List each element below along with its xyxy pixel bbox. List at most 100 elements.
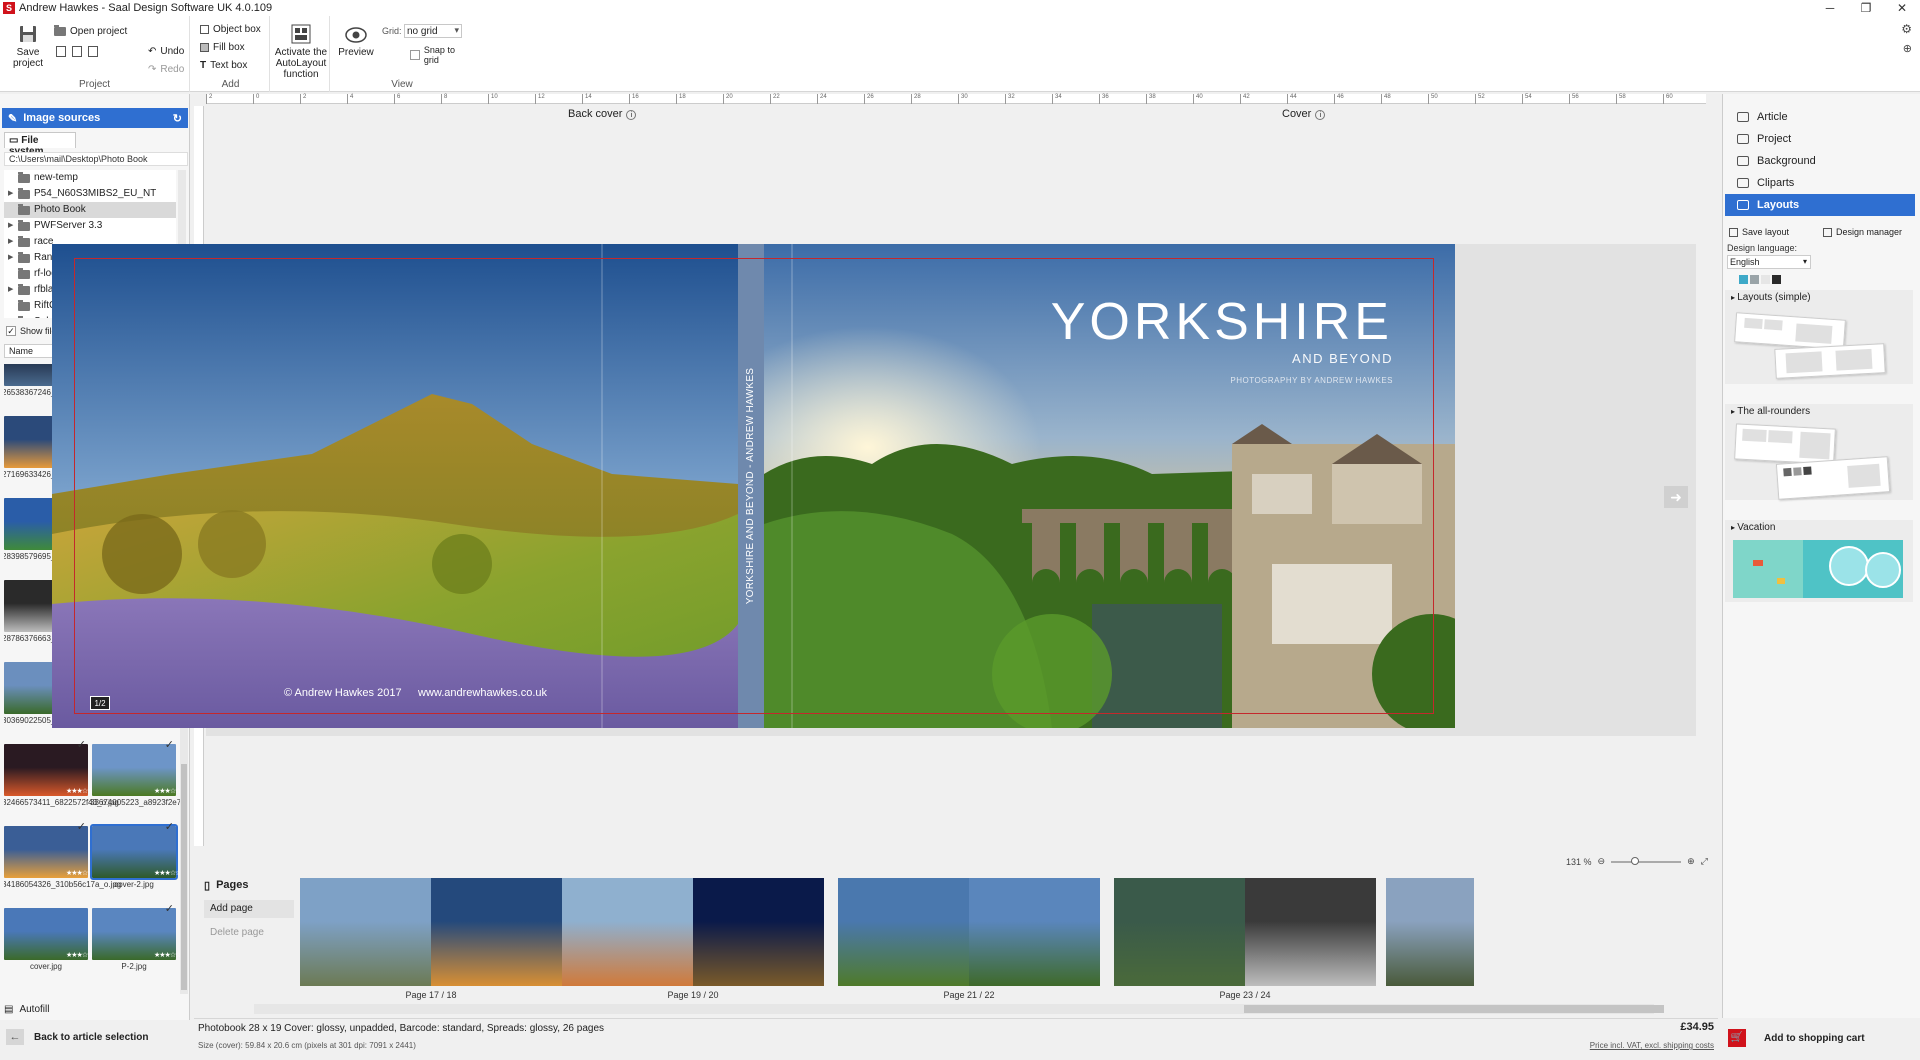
expand-arrow-icon[interactable]: ▶ <box>8 218 13 234</box>
layout-preview[interactable] <box>1774 343 1886 379</box>
close-button[interactable]: ✕ <box>1884 0 1920 16</box>
pages-horizontal-scrollbar[interactable] <box>254 1004 1664 1014</box>
expand-arrow-icon[interactable]: ▶ <box>8 234 13 250</box>
ruler-tick: 38 <box>1146 94 1156 104</box>
rating-stars-icon[interactable]: ★★★☆☆ <box>66 869 93 877</box>
color-swatch[interactable] <box>1750 275 1759 284</box>
thumbnail-scroll-thumb[interactable] <box>181 764 187 990</box>
cover-title[interactable]: YORKSHIRE <box>1051 292 1393 352</box>
design-language-select[interactable]: English <box>1727 255 1811 269</box>
expand-arrow-icon[interactable]: ▶ <box>8 186 13 202</box>
folder-tree-item[interactable]: Photo Book <box>4 202 176 218</box>
color-swatch[interactable] <box>1739 275 1748 284</box>
object-box-button[interactable]: Object box <box>200 24 261 35</box>
expand-arrow-icon[interactable]: ▶ <box>8 282 13 298</box>
layout-preview[interactable] <box>1734 423 1836 465</box>
all-rounders-header[interactable]: The all-rounders <box>1725 404 1913 420</box>
folder-tree-item[interactable]: ▶ P54_N60S3MIBS2_EU_NT <box>4 186 176 202</box>
fit-to-window-icon[interactable]: ⤢ <box>1701 856 1708 867</box>
nav-item-layouts[interactable]: Layouts <box>1725 194 1915 216</box>
nav-item-project[interactable]: Project <box>1725 128 1915 150</box>
export-document-icon[interactable] <box>72 46 82 57</box>
add-page-button[interactable]: Add page <box>204 900 294 918</box>
zoom-level[interactable]: 131 % <box>1566 857 1592 867</box>
undo-button[interactable]: ↶ Undo <box>148 46 184 57</box>
photobook-cover-spread[interactable]: YORKSHIRE AND BEYOND - ANDREW HAWKES YOR… <box>52 244 1455 728</box>
layout-preview[interactable] <box>1734 312 1846 350</box>
color-swatch[interactable] <box>1772 275 1781 284</box>
info-icon[interactable]: i <box>626 110 637 120</box>
gear-icon[interactable]: ⚙ <box>1901 22 1912 36</box>
layout-preview[interactable] <box>1775 456 1891 500</box>
save-project-button[interactable]: Save project <box>8 24 48 69</box>
show-file-name-checkbox[interactable] <box>6 326 16 336</box>
tab-file-system[interactable]: ▭ File system <box>4 132 76 157</box>
book-spine[interactable]: YORKSHIRE AND BEYOND - ANDREW HAWKES <box>738 244 764 728</box>
restore-button[interactable]: ❐ <box>1848 0 1884 16</box>
grid-select[interactable]: no grid <box>404 24 462 38</box>
rating-stars-icon[interactable]: ★★★☆☆ <box>154 869 180 877</box>
price-note-link[interactable]: Price incl. VAT, excl. shipping costs <box>1590 1041 1714 1050</box>
minimize-button[interactable]: ─ <box>1812 0 1848 16</box>
snap-to-grid-checkbox[interactable] <box>410 50 420 60</box>
vacation-group[interactable]: Vacation <box>1725 520 1913 602</box>
zoom-slider-knob[interactable] <box>1631 856 1640 865</box>
page-spread-thumbnail[interactable]: Page 19 / 20 <box>562 878 824 1000</box>
fill-box-button[interactable]: Fill box <box>200 42 245 53</box>
page-spread-thumbnail[interactable]: Page 23 / 24 <box>1114 878 1376 1000</box>
back-copyright-text[interactable]: © Andrew Hawkes 2017 <box>284 687 402 699</box>
rating-stars-icon[interactable]: ★★★☆☆ <box>66 787 93 795</box>
rating-stars-icon[interactable]: ★★★☆☆ <box>154 787 180 795</box>
cover-credit[interactable]: PHOTOGRAPHY BY ANDREW HAWKES <box>1230 376 1393 385</box>
image-thumbnail[interactable]: ★★★☆☆ ✓ 32466573411_6822572f43_o.jpg <box>4 739 119 807</box>
save-layout-button[interactable]: Save layout <box>1729 224 1789 240</box>
new-document-icon[interactable] <box>56 46 66 57</box>
globe-icon[interactable]: ⊕ <box>1903 42 1912 55</box>
nav-item-article[interactable]: Article <box>1725 106 1915 128</box>
rating-stars-icon[interactable]: ★★★☆☆ <box>154 951 180 959</box>
vacation-layout-preview[interactable] <box>1733 540 1903 598</box>
cover-subtitle[interactable]: AND BEYOND <box>1292 351 1393 366</box>
autofill-button[interactable]: ▤ Autofill <box>4 1004 49 1015</box>
pages-scroll-thumb[interactable] <box>1244 1005 1664 1013</box>
design-manager-button[interactable]: Design manager <box>1823 224 1902 240</box>
folder-icon <box>18 219 30 231</box>
cover-size-info: Size (cover): 59.84 x 20.6 cm (pixels at… <box>198 1041 416 1050</box>
layouts-simple-group[interactable]: Layouts (simple) <box>1725 290 1913 384</box>
refresh-icon[interactable]: ↻ <box>173 112 182 125</box>
zoom-slider[interactable] <box>1611 856 1682 865</box>
color-swatch[interactable] <box>1761 275 1770 284</box>
delete-page-button[interactable]: Delete page <box>204 924 294 942</box>
nav-item-background[interactable]: Background <box>1725 150 1915 172</box>
page-spread-thumbnail[interactable]: Page 17 / 18 <box>300 878 562 1000</box>
folder-tree-item[interactable]: ▶ PWFServer 3.3 <box>4 218 176 234</box>
all-rounders-group[interactable]: The all-rounders <box>1725 404 1913 500</box>
folder-tree-item[interactable]: new-temp <box>4 170 176 186</box>
image-thumbnail[interactable]: ★★★☆☆ ✓ P-2.jpg <box>92 903 180 971</box>
vacation-header[interactable]: Vacation <box>1725 520 1913 536</box>
redo-button[interactable]: ↷ Redo <box>148 64 184 75</box>
text-box-button[interactable]: T Text box <box>200 60 247 71</box>
layouts-simple-header[interactable]: Layouts (simple) <box>1725 290 1913 306</box>
next-spread-arrow-icon[interactable]: ➜ <box>1664 486 1688 508</box>
back-to-article-selection-button[interactable]: ← Back to article selection <box>0 1026 190 1048</box>
zoom-in-icon[interactable]: ⊕ <box>1687 856 1695 867</box>
page-spread-thumbnail[interactable]: Page 21 / 22 <box>838 878 1100 1000</box>
open-project-button[interactable]: Open project <box>54 25 127 37</box>
image-thumbnail[interactable]: ★★★☆☆ ✓ 33674005223_a8923f2e70_o.jpg <box>90 739 180 807</box>
nav-item-cliparts[interactable]: Cliparts <box>1725 172 1915 194</box>
add-to-cart-button[interactable]: 🛒 Add to shopping cart <box>1722 1026 1920 1050</box>
image-thumbnail[interactable]: ★★★☆☆ cover.jpg <box>4 908 93 971</box>
back-website-text[interactable]: www.andrewhawkes.co.uk <box>418 687 547 699</box>
document-settings-icon[interactable] <box>88 46 98 57</box>
preview-button[interactable]: Preview <box>336 26 376 58</box>
expand-arrow-icon[interactable]: ▶ <box>8 250 13 266</box>
snap-to-grid-toggle[interactable]: Snap to grid <box>410 45 472 65</box>
rating-stars-icon[interactable]: ★★★☆☆ <box>66 951 93 959</box>
info-icon[interactable]: i <box>1315 110 1326 120</box>
image-thumbnail[interactable]: ★★★☆☆ ✓ 34186054326_310b56c17a_o.jpg <box>4 821 121 889</box>
autolayout-button[interactable]: Activate the AutoLayout function <box>274 24 328 80</box>
page-spread-thumbnail[interactable] <box>1386 878 1474 986</box>
zoom-out-icon[interactable]: ⊖ <box>1598 856 1606 867</box>
image-thumbnail[interactable]: ★★★☆☆ ✓ cover-2.jpg <box>90 821 180 889</box>
